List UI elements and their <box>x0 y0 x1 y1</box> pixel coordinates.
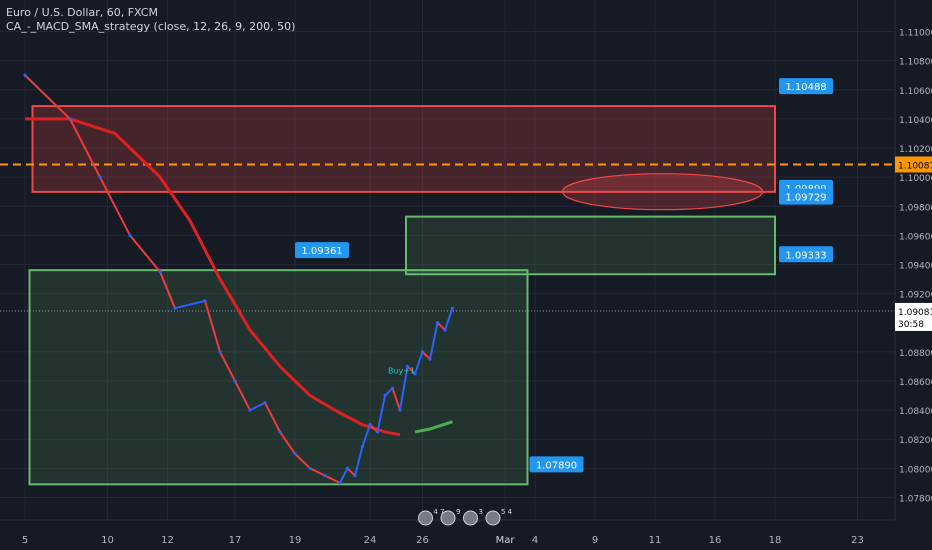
price-point <box>368 423 372 427</box>
y-tick-label: 1.10400 <box>899 116 932 126</box>
event-badge: 5 4 <box>501 508 513 516</box>
x-tick-label: 10 <box>101 535 114 546</box>
zone-label-top: 1.10488 <box>785 82 826 93</box>
price-point <box>398 408 402 412</box>
y-tick-label: 1.09200 <box>899 291 932 301</box>
y-tick-label: 1.09400 <box>899 262 932 272</box>
price-point <box>248 408 252 412</box>
event-icon[interactable] <box>463 510 478 526</box>
price-point <box>443 328 447 332</box>
price-point <box>158 270 162 274</box>
y-tick-label: 1.10200 <box>899 145 932 155</box>
price-segment <box>129 234 161 273</box>
y-tick-label: 1.08600 <box>899 378 932 388</box>
countdown-label: 30:58 <box>898 320 924 330</box>
y-tick-label: 1.07800 <box>899 494 932 504</box>
x-tick-label: 19 <box>289 535 302 546</box>
event-badge: 3 <box>479 508 483 516</box>
price-point <box>23 73 27 77</box>
event-icon[interactable] <box>418 510 433 526</box>
price-point <box>128 233 132 237</box>
price-point <box>98 175 102 179</box>
zone-label-top: 1.09361 <box>301 246 342 257</box>
price-point <box>68 117 72 121</box>
y-tick-label: 1.10600 <box>899 87 932 97</box>
zone-label-bottom: 1.09333 <box>785 250 826 261</box>
x-tick-label: 17 <box>229 535 242 546</box>
price-point <box>203 299 207 303</box>
x-tick-label: 24 <box>364 535 377 546</box>
price-point <box>353 474 357 478</box>
price-point <box>338 481 342 485</box>
x-tick-label: 5 <box>22 535 28 546</box>
y-tick-label: 1.11000 <box>899 29 932 39</box>
x-tick-label: 9 <box>592 535 598 546</box>
price-point <box>233 379 237 383</box>
chart-container[interactable]: 1.104881.098991.093611.078901.097291.093… <box>0 0 932 550</box>
price-point <box>435 321 440 325</box>
price-point <box>345 466 350 470</box>
x-tick-label: 11 <box>649 535 662 546</box>
y-tick-label: 1.09800 <box>899 203 932 213</box>
buy-signal-label: Buy+1 <box>388 367 415 376</box>
price-tag: 1.09081 <box>898 308 932 318</box>
x-tick-label: 4 <box>532 535 538 546</box>
indicator-legend[interactable]: CA_-_MACD_SMA_strategy (close, 12, 26, 9… <box>6 20 295 34</box>
event-badge: 9 <box>456 508 460 516</box>
zone-support-large[interactable] <box>28 269 529 486</box>
zone-label-bottom: 1.07890 <box>536 460 577 471</box>
event-icon[interactable] <box>440 510 456 526</box>
price-point <box>450 306 455 310</box>
y-tick-label: 1.08000 <box>899 465 932 475</box>
price-point <box>383 393 387 398</box>
price-point <box>375 430 380 434</box>
price-point <box>360 444 365 449</box>
x-tick-label: 16 <box>709 535 722 546</box>
y-tick-label: 1.08200 <box>899 436 932 446</box>
price-point <box>218 350 222 354</box>
price-chart[interactable]: 1.104881.098991.093611.078901.097291.093… <box>0 0 932 550</box>
x-tick-label: 18 <box>769 535 782 546</box>
y-tick-label: 1.10800 <box>899 58 932 68</box>
price-point <box>428 357 432 361</box>
y-tick-label: 1.09600 <box>899 232 932 242</box>
highlight-ellipse[interactable] <box>561 173 764 211</box>
x-tick-label: Mar <box>496 535 516 546</box>
price-point <box>323 474 327 478</box>
price-point <box>278 430 282 434</box>
price-point <box>263 401 267 405</box>
current-level-tag: 1.10087 <box>898 161 932 171</box>
y-tick-label: 1.08800 <box>899 349 932 359</box>
price-point <box>390 386 395 390</box>
x-tick-label: 26 <box>416 535 429 546</box>
x-tick-label: 23 <box>851 535 864 546</box>
event-icon[interactable] <box>485 510 501 526</box>
symbol-title: Euro / U.S. Dollar, 60, FXCM <box>6 6 158 19</box>
y-tick-label: 1.08400 <box>899 407 932 417</box>
x-tick-label: 12 <box>161 535 174 546</box>
price-point <box>293 452 297 456</box>
price-point <box>420 350 425 354</box>
price-point <box>173 306 177 310</box>
price-point <box>308 466 312 470</box>
y-tick-label: 1.10000 <box>899 174 932 184</box>
zone-support-upper[interactable] <box>405 215 776 276</box>
zone-label-top: 1.09729 <box>785 193 826 204</box>
